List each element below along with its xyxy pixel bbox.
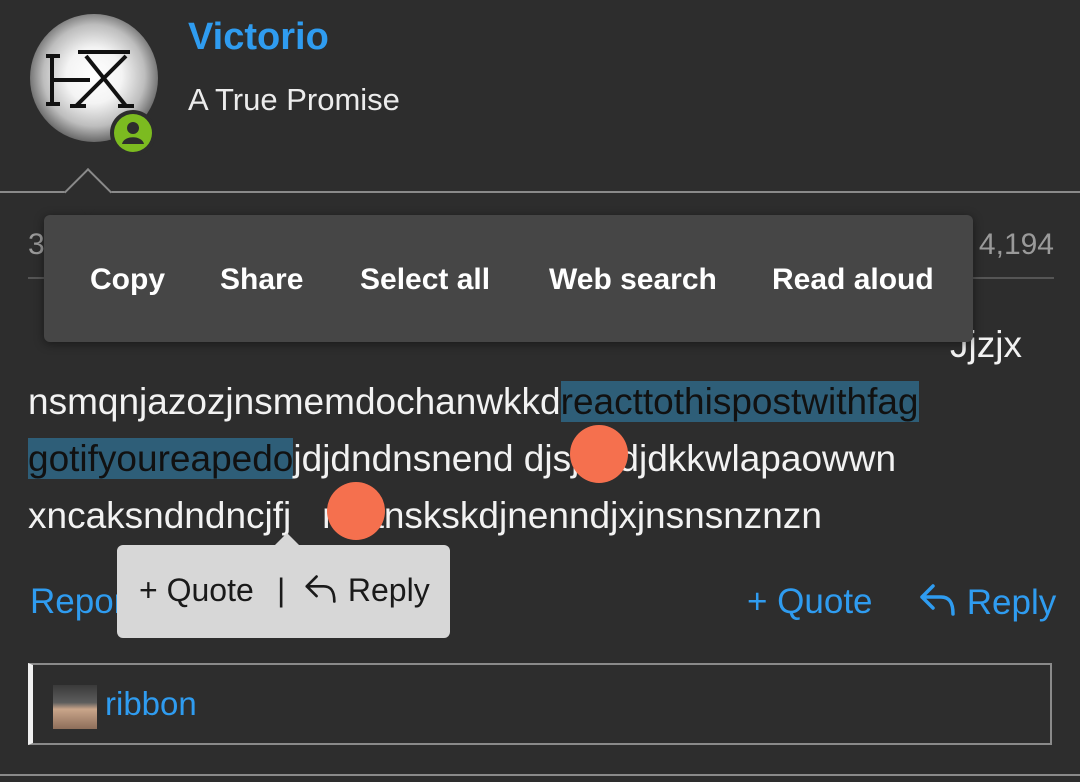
read-aloud-menu-item[interactable]: Read aloud [772,263,934,297]
online-status-icon [110,110,156,156]
post-line-4: xncaksndndncjfj nbanskskdjnenndjxjnsnsnz… [28,495,822,536]
online-indicator [114,114,152,152]
reply-button[interactable]: Reply [919,582,1056,623]
selection-end-handle[interactable] [327,482,385,540]
header-notch [63,167,113,217]
post-text: nsmqnjazozjnsmemdochanwkkd [28,381,561,422]
reply-icon [305,575,336,603]
reply-label: Reply [966,583,1057,622]
reactor-avatar[interactable] [53,685,97,729]
copy-menu-item[interactable]: Copy [90,263,165,297]
popup-quote-button[interactable]: + Quote [139,572,254,609]
popup-reply-label: Reply [347,572,430,608]
post-meta-right: 4,194 [978,228,1054,261]
username[interactable]: Victorio [188,16,329,59]
reactions-bar[interactable]: ribbon [28,663,1052,745]
user-title: A True Promise [188,82,400,117]
post-line-3: gotifyoureapedojdjdndnsnend djsjsndjdkkw… [28,430,1068,487]
text-selection-menu: Copy Share Select all Web search Read al… [44,215,973,342]
quote-reply-popup: + Quote | Reply [117,533,450,638]
select-all-menu-item[interactable]: Select all [360,263,490,297]
post-line-2: nsmqnjazozjnsmemdochanwkkdreacttothispos… [28,373,1068,430]
popup-separator: | [277,572,286,608]
share-menu-item[interactable]: Share [220,263,303,297]
web-search-menu-item[interactable]: Web search [549,263,717,297]
header-divider [0,191,1080,193]
quote-button[interactable]: + Quote [747,582,873,622]
post-meta-left: 3 [28,228,45,261]
reactor-name[interactable]: ribbon [105,685,197,723]
popup-reply-button[interactable]: Reply [303,572,430,609]
selected-text[interactable]: reacttothispostwithfag [560,381,919,422]
popup-arrow [275,533,299,545]
reply-icon [920,584,955,616]
selected-text[interactable]: gotifyoureapedo [28,438,294,479]
selection-start-handle[interactable] [570,425,628,483]
post-body[interactable]: Jjzjx nsmqnjazozjnsmemdochanwkkdreacttoth… [28,316,1068,544]
bottom-divider [0,774,1080,776]
